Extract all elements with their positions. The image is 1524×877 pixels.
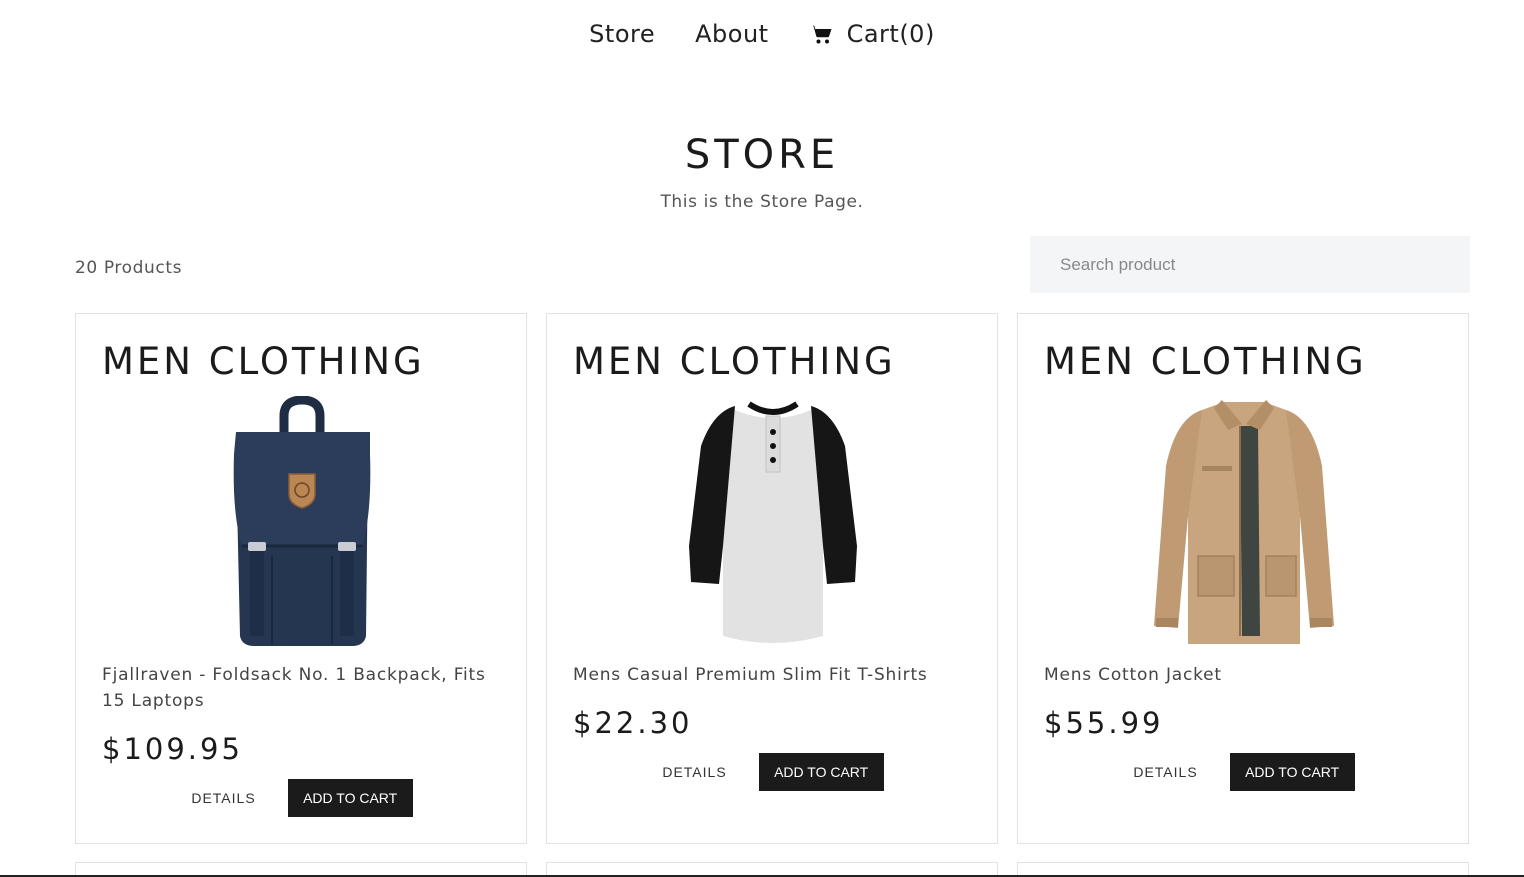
top-nav: Store About Cart(0) bbox=[0, 0, 1524, 68]
product-price: $109.95 bbox=[102, 732, 243, 766]
product-count: 20 Products bbox=[75, 258, 183, 278]
product-category: MEN CLOTHING bbox=[1044, 340, 1367, 383]
product-title[interactable]: Fjallraven - Foldsack No. 1 Backpack, Fi… bbox=[102, 662, 502, 714]
add-to-cart-button[interactable]: ADD TO CART bbox=[758, 753, 884, 791]
product-title[interactable]: Mens Casual Premium Slim Fit T-Shirts bbox=[573, 662, 973, 688]
cart-label: Cart(0) bbox=[846, 20, 935, 48]
product-card: MEN CLOTHING Mens Casual Premium Slim Fi… bbox=[546, 313, 998, 844]
details-button[interactable]: DETAILS bbox=[191, 790, 255, 806]
search-input[interactable] bbox=[1030, 236, 1470, 293]
product-price: $55.99 bbox=[1044, 706, 1164, 740]
add-to-cart-button[interactable]: ADD TO CART bbox=[287, 779, 413, 817]
cotton-jacket-image[interactable] bbox=[1018, 396, 1470, 648]
product-category: MEN CLOTHING bbox=[573, 340, 896, 383]
product-title[interactable]: Mens Cotton Jacket bbox=[1044, 662, 1444, 688]
product-category: MEN CLOTHING bbox=[102, 340, 425, 383]
card-actions: DETAILS ADD TO CART bbox=[547, 753, 999, 791]
card-actions: DETAILS ADD TO CART bbox=[1018, 753, 1470, 791]
page-title: STORE bbox=[684, 132, 840, 178]
nav-about-link[interactable]: About bbox=[695, 20, 768, 48]
product-card: MEN CLOTHING Mens Cotton Jacket $55.99 D… bbox=[1017, 313, 1469, 844]
details-button[interactable]: DETAILS bbox=[1133, 764, 1197, 780]
card-actions: DETAILS ADD TO CART bbox=[76, 779, 528, 817]
nav-store-link[interactable]: Store bbox=[589, 20, 655, 48]
add-to-cart-button[interactable]: ADD TO CART bbox=[1229, 753, 1355, 791]
page-subtitle: This is the Store Page. bbox=[660, 192, 864, 212]
raglan-tshirt-image[interactable] bbox=[547, 396, 999, 648]
product-card: MEN CLOTHING Fjallraven - Foldsack No. 1… bbox=[75, 313, 527, 844]
backpack-image[interactable] bbox=[76, 396, 528, 648]
product-price: $22.30 bbox=[573, 706, 693, 740]
shopping-cart-icon bbox=[809, 22, 833, 46]
details-button[interactable]: DETAILS bbox=[662, 764, 726, 780]
nav-cart-link[interactable]: Cart(0) bbox=[809, 20, 935, 48]
